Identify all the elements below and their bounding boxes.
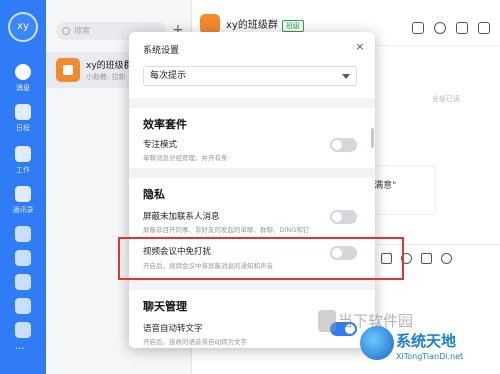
group-logo (56, 58, 80, 82)
divider (129, 98, 375, 108)
setting-desc-voice-to-text: 开启后，接收的语音将自动转为文字 (143, 338, 247, 346)
group-logo (200, 14, 220, 34)
setting-title-block-strangers: 屏蔽未加联系人消息 (143, 212, 220, 222)
nav-item-label: 日程 (16, 124, 30, 132)
chat-title-text: xy的班级群 (226, 20, 278, 31)
chat-name: xy的班级群 (86, 61, 133, 71)
mail-icon[interactable] (15, 322, 31, 338)
nav-rail: xy 消息 日程 工作 通讯录 ··· (0, 0, 46, 374)
nav-item-work[interactable]: 工作 (0, 146, 46, 175)
more-options-icon[interactable] (478, 22, 490, 34)
nav-item-label: 消息 (16, 84, 30, 92)
lightning-icon[interactable] (15, 226, 31, 242)
more-icon[interactable]: ··· (15, 345, 31, 355)
section-title-efficiency: 效率套件 (143, 118, 187, 131)
clock-icon[interactable] (434, 22, 446, 34)
phone-icon[interactable] (15, 274, 31, 290)
emoji-icon[interactable] (441, 253, 452, 264)
checkin-icon[interactable] (412, 22, 424, 34)
search-placeholder: 搜索 (74, 26, 90, 35)
search-icon (62, 27, 70, 35)
section-title-privacy: 隐私 (143, 188, 165, 201)
chat-title: xy的班级群 班级 (226, 16, 304, 32)
divider (129, 280, 375, 290)
chat-bubble-icon (15, 64, 31, 80)
calendar-icon (15, 104, 31, 120)
nav-item-messages[interactable]: 消息 (0, 64, 46, 93)
close-icon[interactable]: × (353, 40, 367, 54)
file-icon[interactable] (421, 253, 432, 264)
highlight-box (118, 237, 404, 280)
cloud-icon[interactable] (15, 298, 31, 314)
watermark-brand: 系统天地 (396, 332, 457, 350)
nav-item-contacts[interactable]: 通讯录 (0, 186, 46, 215)
focus-mode-toggle[interactable] (330, 138, 357, 152)
setting-desc-block-strangers: 屏蔽非目开同事、非好友的发起的单聊、群聊、DING和钉 (143, 226, 310, 234)
globe-icon (360, 326, 394, 360)
camera-icon[interactable] (456, 22, 468, 34)
contacts-icon (15, 186, 31, 202)
read-status: 全部已读 (432, 95, 460, 103)
notify-select[interactable]: 每次提示 (143, 66, 357, 86)
nav-item-label: 工作 (16, 166, 30, 174)
scrollbar[interactable] (371, 128, 374, 148)
setting-desc-focus: 单聊消息分组管理，并开有条 (143, 154, 228, 162)
select-value: 每次提示 (150, 71, 187, 81)
chevron-down-icon (342, 74, 350, 79)
nav-item-calendar[interactable]: 日程 (0, 104, 46, 133)
avatar[interactable]: xy (8, 12, 38, 42)
setting-title-voice-to-text: 语音自动转文字 (143, 324, 203, 334)
chat-preview: 小助教: 拉新 (86, 73, 126, 81)
settings-dialog: 系统设置 × 每次提示 效率套件 专注模式 单聊消息分组管理，并开有条 隐私 屏… (129, 32, 375, 348)
nav-item-label: 通讯录 (12, 206, 34, 214)
apps-grid-icon (15, 146, 31, 162)
dialog-title: 系统设置 (143, 46, 180, 56)
divider (129, 168, 375, 178)
section-title-chat-management: 聊天管理 (143, 300, 187, 313)
class-badge: 班级 (281, 20, 304, 32)
watermark-logo (318, 310, 336, 332)
todo-icon[interactable] (15, 250, 31, 266)
watermark-url: XiTongTianDi.net (396, 352, 464, 361)
setting-title-focus: 专注模式 (143, 140, 178, 150)
block-strangers-toggle[interactable] (330, 210, 357, 224)
